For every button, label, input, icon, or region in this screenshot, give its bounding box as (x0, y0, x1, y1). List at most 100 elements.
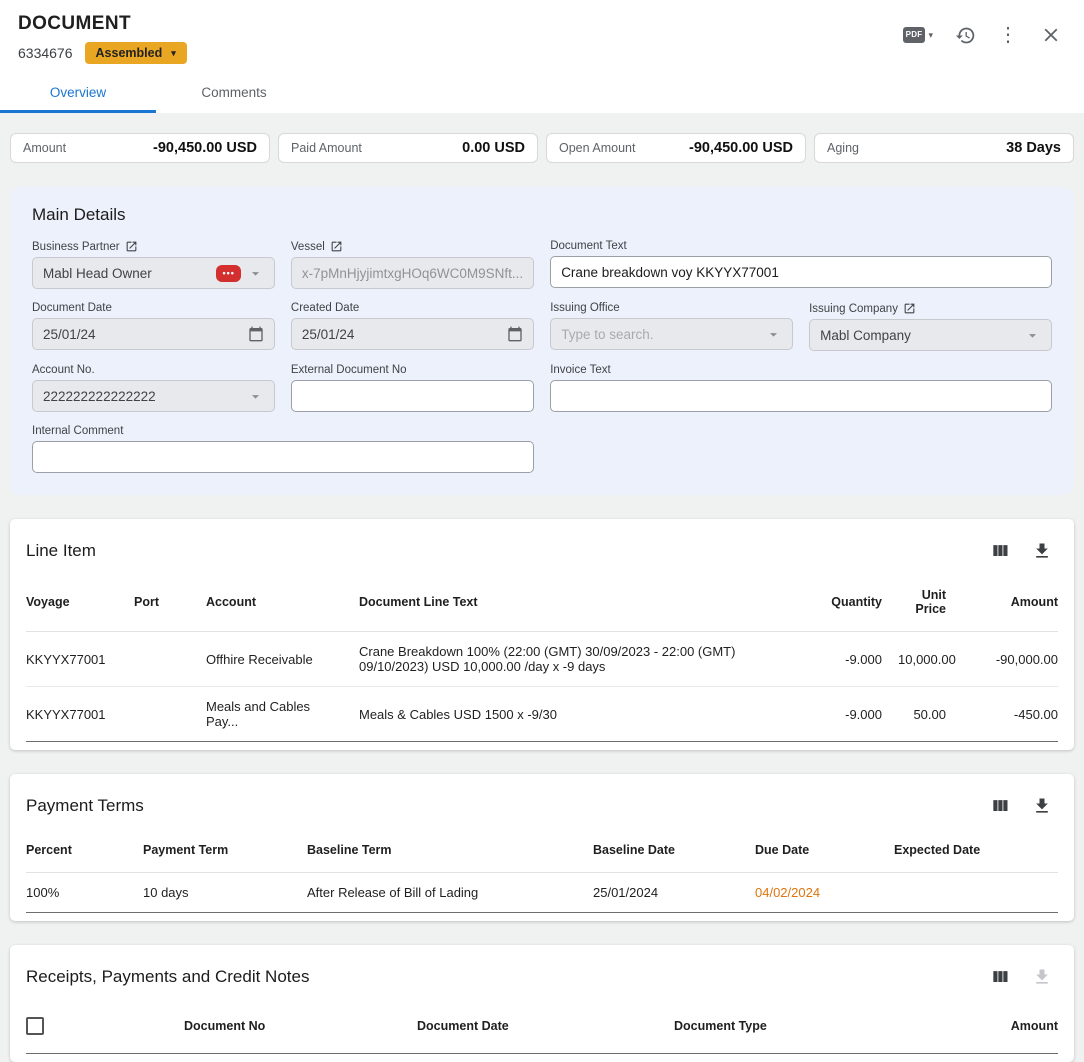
download-button[interactable] (1026, 790, 1058, 822)
cell-percent: 100% (26, 873, 135, 913)
col-document-type[interactable]: Document Type (666, 999, 938, 1054)
calendar-icon[interactable] (507, 326, 523, 342)
chevron-down-icon (765, 326, 782, 343)
account-no-select[interactable]: 222222222222222 (32, 380, 275, 412)
receipts-title: Receipts, Payments and Credit Notes (26, 967, 309, 987)
tab-comments[interactable]: Comments (156, 74, 312, 113)
col-expected-date[interactable]: Expected Date (886, 828, 1058, 873)
tab-overview[interactable]: Overview (0, 74, 156, 113)
field-issuing-company: Issuing Company Mabl Company (809, 302, 1052, 351)
col-document-line-text[interactable]: Document Line Text (351, 573, 806, 632)
created-date-input[interactable]: 25/01/24 (291, 318, 534, 350)
select-all-checkbox[interactable] (26, 1017, 44, 1035)
pdf-export-button[interactable]: PDF ▾ (897, 21, 939, 49)
cell-unit-price: 10,000.00 (890, 632, 954, 687)
col-port[interactable]: Port (126, 573, 198, 632)
issuing-company-label: Issuing Company (809, 303, 898, 315)
cell-voyage: KKYYX77001 (26, 687, 126, 742)
columns-button[interactable] (984, 535, 1016, 567)
vessel-value: x-7pMnHjyjimtxgHOq6WC0M9SNft... (302, 266, 523, 281)
business-partner-label: Business Partner (32, 241, 120, 253)
table-header-row: Percent Payment Term Baseline Term Basel… (26, 828, 1058, 873)
col-baseline-date[interactable]: Baseline Date (585, 828, 747, 873)
line-item-row[interactable]: KKYYX77001 Meals and Cables Pay... Meals… (26, 687, 1058, 742)
cell-due-date: 04/02/2024 (747, 873, 886, 913)
col-unit-price[interactable]: Unit Price (890, 573, 954, 632)
line-item-title: Line Item (26, 541, 96, 561)
receipts-table: Document No Document Date Document Type … (26, 999, 1058, 1054)
internal-comment-input[interactable] (32, 441, 534, 473)
payment-term-row[interactable]: 100% 10 days After Release of Bill of La… (26, 873, 1058, 913)
summary-value: 0.00 USD (462, 140, 525, 156)
account-no-value: 222222222222222 (43, 389, 241, 404)
cell-expected-date (886, 873, 1058, 913)
calendar-icon[interactable] (248, 326, 264, 342)
open-in-new-icon[interactable] (903, 302, 916, 315)
line-item-row[interactable]: KKYYX77001 Offhire Receivable Crane Brea… (26, 632, 1058, 687)
invoice-text-input[interactable] (550, 380, 1052, 412)
external-document-no-label: External Document No (291, 364, 407, 376)
page-title: DOCUMENT (18, 13, 187, 35)
status-badge[interactable]: Assembled ▾ (85, 42, 187, 64)
summary-label: Paid Amount (291, 141, 362, 155)
view-columns-icon (990, 541, 1010, 561)
col-document-date[interactable]: Document Date (409, 999, 666, 1054)
chevron-down-icon (247, 388, 264, 405)
open-in-new-icon[interactable] (125, 240, 138, 253)
field-invoice-text: Invoice Text (550, 364, 1052, 412)
main-details-title: Main Details (32, 205, 1052, 225)
close-button[interactable] (1034, 18, 1068, 52)
col-account[interactable]: Account (198, 573, 351, 632)
document-text-label: Document Text (550, 240, 627, 252)
kebab-menu-button[interactable]: ⋮ (992, 19, 1024, 51)
summary-value: 38 Days (1006, 140, 1061, 156)
field-internal-comment: Internal Comment (32, 425, 534, 473)
col-select (26, 999, 176, 1054)
business-partner-select[interactable]: Mabl Head Owner ••• (32, 257, 275, 289)
external-document-no-input[interactable] (291, 380, 534, 412)
col-percent[interactable]: Percent (26, 828, 135, 873)
cell-document-line-text: Crane Breakdown 100% (22:00 (GMT) 30/09/… (351, 632, 806, 687)
main-content: Amount -90,450.00 USD Paid Amount 0.00 U… (0, 113, 1084, 1062)
created-date-value: 25/01/24 (302, 327, 501, 342)
col-quantity[interactable]: Quantity (806, 573, 890, 632)
vessel-label: Vessel (291, 241, 325, 253)
issuing-office-select[interactable]: Type to search. (550, 318, 793, 350)
download-button[interactable] (1026, 535, 1058, 567)
history-button[interactable] (949, 19, 982, 52)
pdf-icon: PDF (903, 27, 926, 43)
table-header-row: Document No Document Date Document Type … (26, 999, 1058, 1054)
field-business-partner: Business Partner Mabl Head Owner ••• (32, 240, 275, 289)
summary-card-aging: Aging 38 Days (814, 133, 1074, 163)
more-options-chip[interactable]: ••• (216, 265, 240, 282)
payment-terms-table: Percent Payment Term Baseline Term Basel… (26, 828, 1058, 913)
cell-port (126, 687, 198, 742)
title-block: DOCUMENT 6334676 Assembled ▾ (18, 13, 187, 64)
vessel-field[interactable]: x-7pMnHjyjimtxgHOq6WC0M9SNft... (291, 257, 534, 289)
chevron-down-icon (247, 265, 264, 282)
line-item-section: Line Item Voyage Port Account Document L… (10, 519, 1074, 750)
document-text-input[interactable]: Crane breakdown voy KKYYX77001 (550, 256, 1052, 288)
field-issuing-office: Issuing Office Type to search. (550, 302, 793, 351)
summary-card-amount: Amount -90,450.00 USD (10, 133, 270, 163)
issuing-company-select[interactable]: Mabl Company (809, 319, 1052, 351)
columns-button[interactable] (984, 790, 1016, 822)
download-icon (1032, 796, 1052, 816)
status-badge-label: Assembled (96, 46, 163, 60)
col-document-no[interactable]: Document No (176, 999, 409, 1054)
col-payment-term[interactable]: Payment Term (135, 828, 299, 873)
document-date-input[interactable]: 25/01/24 (32, 318, 275, 350)
field-document-date: Document Date 25/01/24 (32, 302, 275, 351)
col-voyage[interactable]: Voyage (26, 573, 126, 632)
cell-document-line-text: Meals & Cables USD 1500 x -9/30 (351, 687, 806, 742)
columns-button[interactable] (984, 961, 1016, 993)
col-baseline-term[interactable]: Baseline Term (299, 828, 585, 873)
cell-voyage: KKYYX77001 (26, 632, 126, 687)
business-partner-value: Mabl Head Owner (43, 266, 210, 281)
col-amount[interactable]: Amount (938, 999, 1058, 1054)
col-amount[interactable]: Amount (954, 573, 1058, 632)
open-in-new-icon[interactable] (330, 240, 343, 253)
document-date-value: 25/01/24 (43, 327, 242, 342)
col-due-date[interactable]: Due Date (747, 828, 886, 873)
kebab-menu-icon: ⋮ (998, 25, 1018, 45)
